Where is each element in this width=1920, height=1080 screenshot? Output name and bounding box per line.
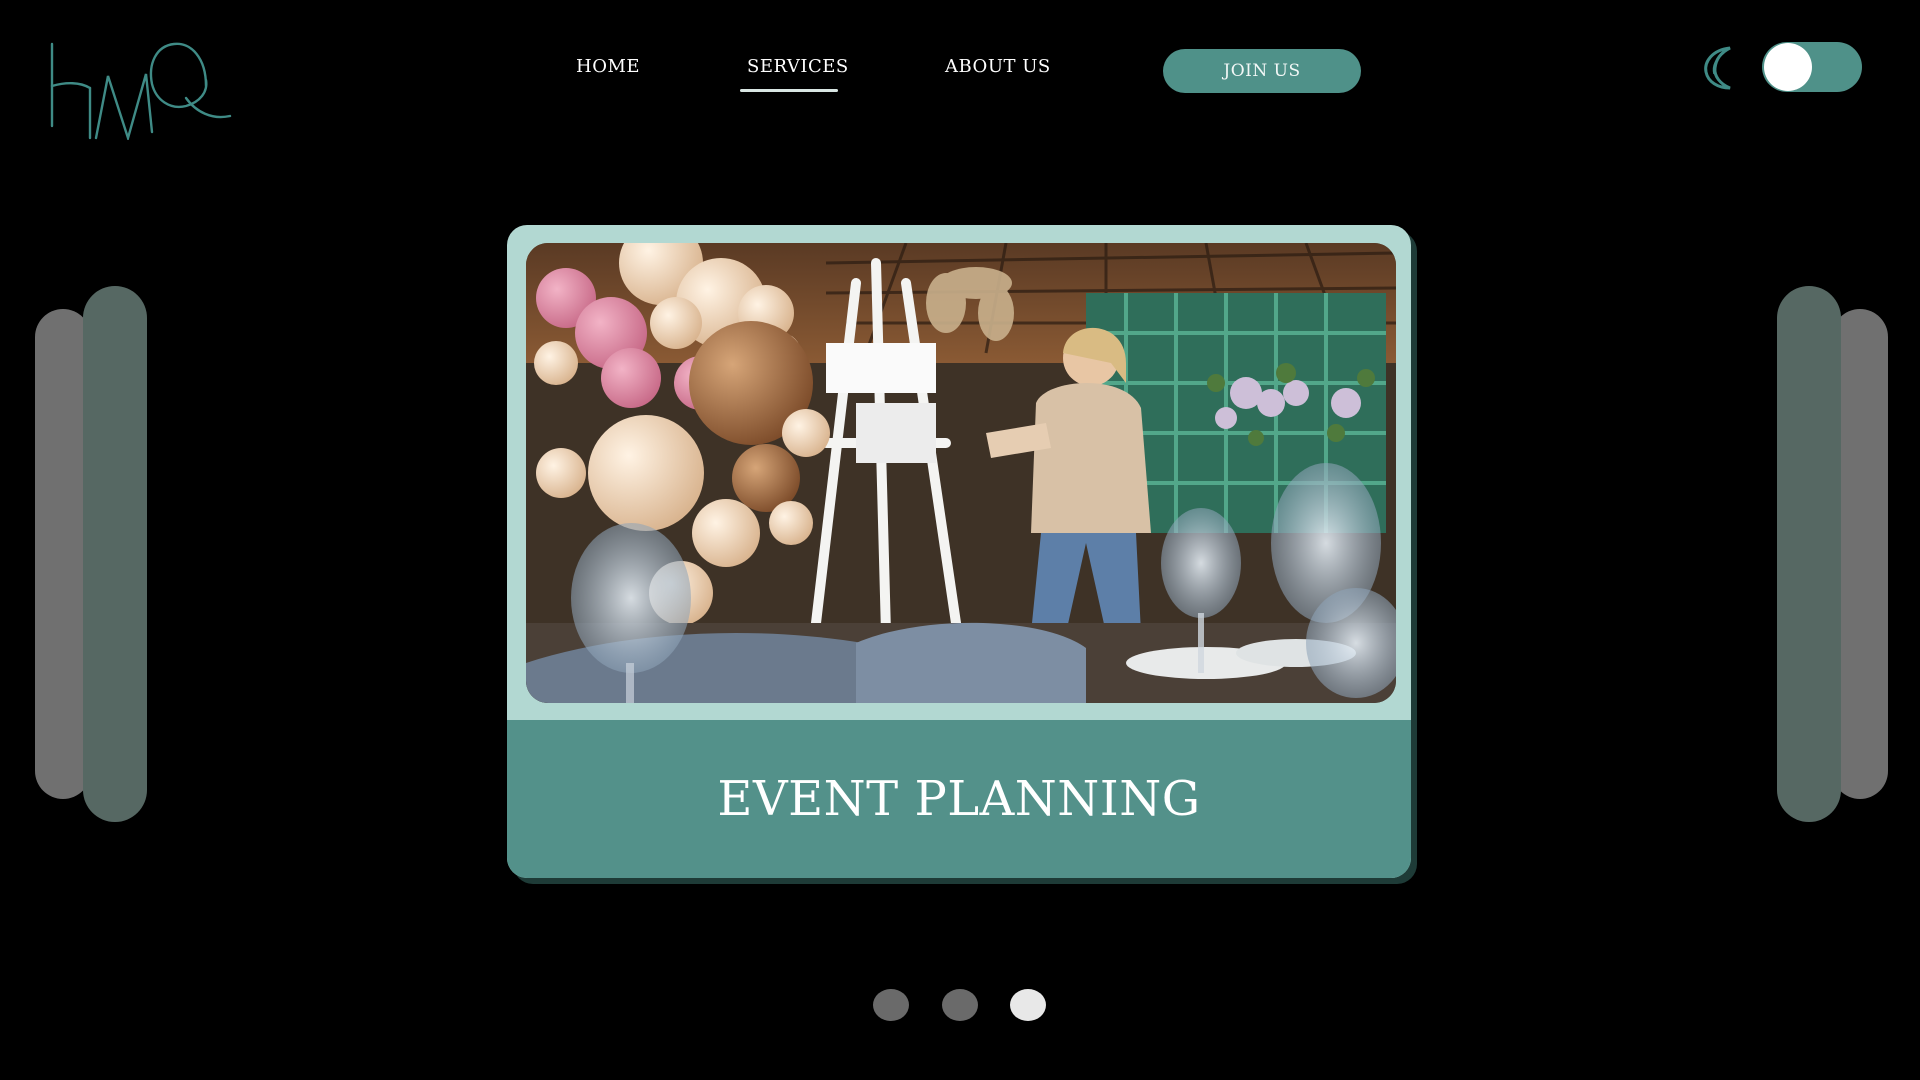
nav-about-us[interactable]: ABOUT US: [945, 56, 1051, 82]
nav-active-underline: [740, 89, 838, 92]
event-planning-photo: [526, 243, 1396, 703]
carousel-dot-3-active[interactable]: [1010, 989, 1046, 1021]
hmq-logo[interactable]: [46, 36, 232, 140]
moon-icon[interactable]: [1700, 44, 1736, 92]
slide-title: EVENT PLANNING: [717, 771, 1201, 827]
carousel-next-slide[interactable]: [1777, 286, 1841, 822]
join-us-button[interactable]: JOIN US: [1163, 49, 1361, 93]
nav-home[interactable]: HOME: [576, 56, 640, 82]
card-caption: EVENT PLANNING: [507, 720, 1411, 878]
carousel-dot-1[interactable]: [873, 989, 909, 1021]
carousel-prev-slide[interactable]: [83, 286, 147, 822]
carousel-dot-2[interactable]: [942, 989, 978, 1021]
nav-services[interactable]: SERVICES: [747, 56, 849, 82]
toggle-knob: [1764, 43, 1812, 91]
theme-toggle[interactable]: [1762, 42, 1862, 92]
service-card[interactable]: EVENT PLANNING: [507, 225, 1411, 878]
